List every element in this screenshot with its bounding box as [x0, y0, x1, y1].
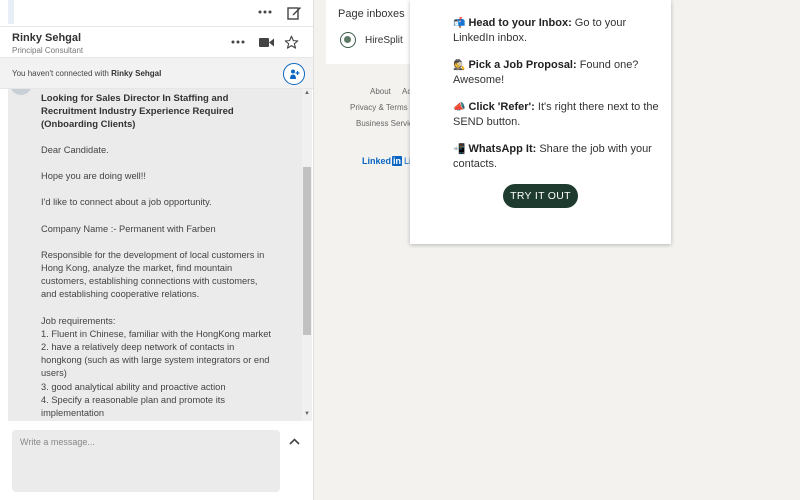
video-call-icon[interactable] — [257, 34, 275, 50]
connection-notice: You haven't connected with Rinky Sehgal — [0, 58, 313, 89]
step-title: Pick a Job Proposal: — [468, 59, 577, 71]
contact-name[interactable]: Rinky Sehgal — [12, 32, 81, 44]
message-paragraph: Hope you are doing well!! — [41, 171, 146, 182]
avatar — [10, 89, 32, 95]
compose-icon[interactable] — [285, 3, 303, 21]
page-inboxes-title: Page inboxes — [338, 8, 405, 20]
message-paragraph: Company Name :- Permanent with Farben — [41, 223, 216, 234]
thread-scrollbar[interactable]: ▲ ▼ — [302, 89, 312, 421]
message-thread: Looking for Sales Director In Staffing a… — [8, 89, 302, 421]
message-body: Looking for Sales Director In Staffing a… — [41, 92, 271, 421]
step-title: WhatsApp It: — [468, 143, 537, 155]
megaphone-icon: 📣 — [453, 102, 466, 113]
messaging-pane: Rinky Sehgal Principal Consultant You ha… — [0, 0, 314, 500]
scroll-up-arrow-icon[interactable]: ▲ — [304, 90, 310, 96]
contact-title: Principal Consultant — [12, 46, 84, 55]
message-input[interactable]: Write a message... — [20, 437, 95, 447]
more-options-icon[interactable] — [256, 4, 274, 20]
message-paragraph: Dear Candidate. — [41, 145, 109, 155]
message-composer[interactable]: Write a message... — [12, 430, 280, 492]
footer-about-link[interactable]: About — [370, 87, 391, 96]
more-options-icon[interactable] — [229, 34, 247, 50]
page-inbox-item[interactable]: HireSplit — [365, 35, 403, 46]
scroll-thumb[interactable] — [303, 167, 311, 335]
step-inbox: 📬 Head to your Inbox: Go to your LinkedIn… — [453, 16, 663, 46]
hiresplit-logo-icon[interactable] — [340, 32, 356, 48]
conversation-header: Rinky Sehgal Principal Consultant — [0, 27, 313, 58]
footer-business-link[interactable]: Business Servic — [356, 119, 413, 128]
mailbox-icon: 📬 — [453, 18, 466, 29]
page-inboxes-panel: Page inboxes HireSplit — [326, 0, 411, 64]
tab-strip — [8, 0, 14, 24]
onboarding-popup: 📬 Head to your Inbox: Go to your LinkedIn… — [410, 0, 671, 244]
conversation-top-bar — [0, 0, 313, 27]
message-paragraph: Responsible for the development of local… — [41, 249, 265, 300]
scroll-down-arrow-icon[interactable]: ▼ — [304, 411, 310, 417]
brand-in: in — [392, 156, 403, 166]
star-icon[interactable] — [282, 33, 300, 51]
message-paragraph: I'd like to connect about a job opportun… — [41, 197, 212, 208]
try-it-out-button[interactable]: TRY IT OUT — [503, 184, 578, 208]
detective-icon: 🕵 — [453, 60, 466, 71]
step-title: Head to your Inbox: — [468, 17, 572, 29]
step-title: Click 'Refer': — [468, 101, 535, 113]
chevron-up-icon[interactable] — [287, 435, 301, 447]
brand-linked: Linked — [362, 156, 392, 166]
linkedin-logo: Linked in Li — [362, 156, 411, 166]
step-refer: 📣 Click 'Refer': It's right there next to… — [453, 100, 663, 130]
connection-notice-text: You haven't connected with Rinky Sehgal — [12, 69, 161, 78]
notice-prefix: You haven't connected with — [12, 69, 112, 78]
step-whatsapp: 📲 WhatsApp It: Share the job with your co… — [453, 142, 663, 172]
connect-person-icon[interactable] — [283, 63, 305, 85]
message-paragraph: Job requirements: 1. Fluent in Chinese, … — [41, 315, 271, 419]
footer-privacy-link[interactable]: Privacy & Terms — [350, 103, 408, 112]
phone-icon: 📲 — [453, 144, 466, 155]
message-subject: Looking for Sales Director In Staffing a… — [41, 93, 234, 130]
notice-contact-name: Rinky Sehgal — [111, 69, 162, 78]
step-pick: 🕵 Pick a Job Proposal: Found one? Awesome… — [453, 58, 663, 88]
